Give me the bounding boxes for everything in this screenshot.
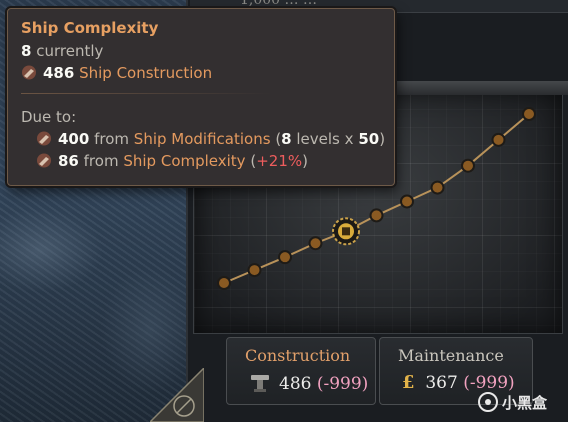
complexity-level-point[interactable] — [278, 250, 292, 265]
ship-complexity-tooltip: Ship Complexity 8 currently 486 Ship Con… — [7, 8, 395, 186]
complexity-level-point[interactable] — [369, 208, 384, 223]
due-to-entry-complexity: 86 from Ship Complexity (+21%) — [36, 152, 308, 170]
heybox-logo-icon — [478, 392, 498, 412]
pound-icon: £ — [402, 372, 415, 393]
entry-amount: 400 — [58, 130, 90, 148]
current-complexity-marker[interactable] — [332, 217, 360, 246]
maintenance-value: 367 — [425, 373, 458, 393]
entry-percent: +21% — [256, 152, 303, 170]
maintenance-delta: (-999) — [463, 373, 515, 393]
entry-amount: 86 — [58, 152, 79, 170]
hammer-icon — [37, 153, 51, 168]
construction-title: Construction — [245, 346, 351, 365]
paren-close: ) — [379, 130, 386, 148]
complexity-level-point[interactable] — [491, 132, 506, 147]
tooltip-cost-line: 486 Ship Construction — [21, 64, 212, 82]
tooltip-current-line: 8 currently — [21, 42, 103, 60]
construction-cost-label: Ship Construction — [79, 64, 213, 82]
complexity-level-point[interactable] — [430, 180, 445, 195]
complexity-level-point[interactable] — [308, 236, 323, 251]
complexity-level-point[interactable] — [217, 276, 231, 290]
entry-from: from — [83, 152, 119, 170]
entry-source: Ship Complexity — [123, 152, 246, 170]
tooltip-divider — [21, 93, 271, 94]
complexity-level-point[interactable] — [247, 263, 262, 278]
watermark: 小黑盒 — [478, 392, 558, 416]
paren-close: ) — [302, 152, 308, 170]
tooltip-title: Ship Complexity — [21, 19, 159, 37]
hammer-icon — [37, 131, 51, 146]
entry-multiplier: 50 — [358, 130, 380, 148]
hammer-icon — [22, 65, 36, 80]
hammer-anvil-icon — [251, 375, 269, 392]
construction-panel[interactable]: Construction 486 (-999) — [226, 337, 376, 405]
entry-source: Ship Modifications — [133, 130, 271, 148]
current-complexity-value: 8 — [21, 42, 32, 60]
complexity-level-point[interactable] — [400, 194, 414, 209]
current-label: currently — [36, 42, 104, 60]
complexity-level-point[interactable] — [461, 158, 475, 173]
maintenance-title: Maintenance — [398, 346, 504, 365]
entry-from: from — [94, 130, 130, 148]
header-partial-text: 1,000 … … — [240, 0, 317, 8]
due-to-label: Due to: — [21, 108, 77, 126]
coin-stack-icon — [342, 227, 350, 236]
construction-delta: (-999) — [316, 374, 369, 394]
complexity-level-point[interactable] — [522, 107, 536, 121]
construction-value-row: 486 (-999) — [249, 372, 368, 394]
due-to-entry-modifications: 400 from Ship Modifications (8 levels x … — [36, 130, 385, 148]
construction-cost-value: 486 — [43, 64, 75, 82]
construction-value: 486 — [279, 374, 312, 394]
compass-corner-ornament-icon — [150, 368, 204, 422]
entry-levels: 8 — [281, 130, 292, 148]
watermark-text: 小黑盒 — [502, 394, 548, 412]
entry-levels-text: levels x — [296, 130, 354, 148]
maintenance-value-row: £ 367 (-999) — [402, 372, 515, 393]
